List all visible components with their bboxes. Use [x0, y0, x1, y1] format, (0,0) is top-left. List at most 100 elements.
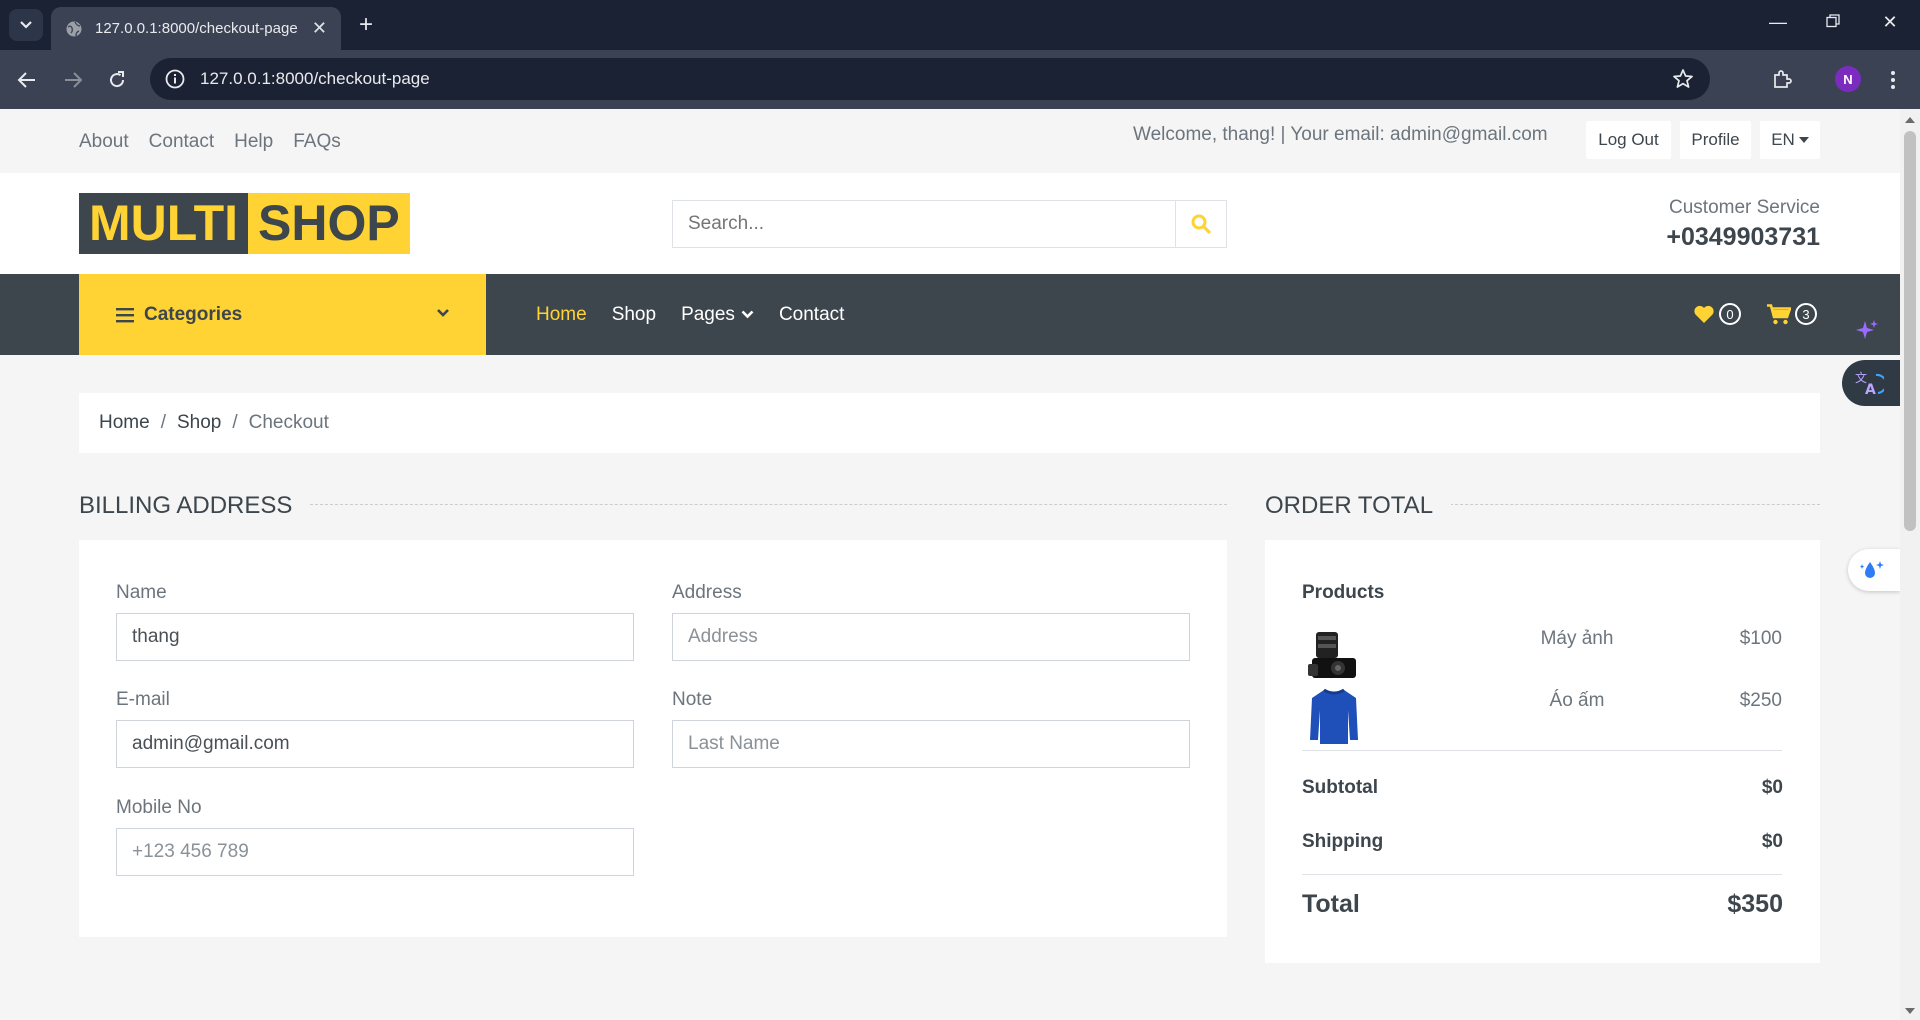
cart-count-badge: 3	[1795, 303, 1817, 325]
water-drop-widget[interactable]	[1848, 549, 1900, 591]
browser-tab[interactable]: 127.0.0.1:8000/checkout-page ✕	[51, 7, 341, 50]
top-link-help[interactable]: Help	[234, 131, 273, 153]
sparkle-icon	[1856, 320, 1878, 339]
order-item: Áo ấm $250	[1302, 688, 1782, 750]
logout-button[interactable]: Log Out	[1586, 121, 1671, 159]
translate-icon: 文A	[1855, 370, 1884, 397]
language-dropdown[interactable]: EN	[1760, 121, 1820, 159]
menu-pages[interactable]: Pages	[681, 304, 754, 326]
shipping-label: Shipping	[1302, 831, 1384, 852]
mobile-label: Mobile No	[116, 797, 202, 818]
main-menu: Home Shop Pages Contact	[536, 274, 844, 355]
svg-text:A: A	[1865, 382, 1876, 397]
scrollbar-thumb[interactable]	[1904, 131, 1916, 531]
back-button[interactable]	[12, 65, 42, 95]
site-info-icon[interactable]	[164, 68, 186, 90]
restore-button[interactable]	[1819, 12, 1847, 33]
profile-avatar[interactable]: N	[1835, 66, 1861, 92]
restore-icon	[1826, 14, 1840, 28]
extensions-button[interactable]	[1768, 66, 1796, 94]
welcome-text: Welcome, thang! | Your email: admin@gmai…	[1133, 124, 1548, 145]
total-value: $350	[1727, 890, 1783, 918]
tab-list-button[interactable]	[9, 9, 43, 41]
search-box	[672, 200, 1227, 248]
browser-menu-button[interactable]	[1879, 66, 1907, 94]
chevron-down-icon	[437, 309, 449, 317]
item-name: Máy ảnh	[1540, 628, 1614, 649]
subtotal-value: $0	[1761, 777, 1783, 798]
note-field[interactable]	[672, 720, 1190, 768]
order-total-title: Order Total	[1265, 492, 1452, 520]
main-navbar: Categories Home Shop Pages Contact 0 3	[0, 274, 1900, 355]
breadcrumb-separator: /	[160, 412, 166, 433]
caret-down-icon	[1798, 137, 1809, 143]
item-price: $250	[1739, 690, 1782, 711]
menu-contact[interactable]: Contact	[779, 304, 844, 326]
breadcrumb-current: Checkout	[248, 412, 329, 433]
breadcrumb-shop[interactable]: Shop	[177, 412, 221, 434]
mobile-field[interactable]	[116, 828, 634, 876]
forward-arrow-icon	[65, 72, 83, 88]
order-divider	[1302, 874, 1782, 875]
page-content: About Contact Help FAQs Welcome, thang! …	[0, 109, 1900, 1020]
name-label: Name	[116, 582, 167, 603]
top-link-about[interactable]: About	[79, 131, 129, 153]
top-link-contact[interactable]: Contact	[149, 131, 214, 153]
logo-part-multi: MULTI	[79, 193, 249, 254]
categories-dropdown[interactable]: Categories	[79, 274, 486, 355]
url-text: 127.0.0.1:8000/checkout-page	[200, 69, 430, 88]
email-label: E-mail	[116, 689, 170, 710]
address-field[interactable]	[672, 613, 1190, 661]
language-label: EN	[1771, 130, 1795, 149]
reload-icon	[110, 71, 125, 88]
menu-home[interactable]: Home	[536, 304, 587, 326]
profile-button[interactable]: Profile	[1680, 121, 1751, 159]
item-name: Áo ấm	[1549, 690, 1605, 711]
note-label: Note	[672, 689, 713, 710]
camera-image	[1308, 632, 1356, 678]
menu-pages-label: Pages	[681, 303, 735, 325]
heart-icon	[1694, 305, 1714, 323]
search-icon	[1191, 214, 1211, 234]
menu-shop[interactable]: Shop	[612, 304, 656, 326]
section-divider	[300, 504, 1227, 505]
translate-widget[interactable]: 文A	[1842, 360, 1900, 406]
products-header: Products	[1302, 582, 1385, 603]
browser-toolbar: 127.0.0.1:8000/checkout-page	[0, 50, 1920, 109]
customer-service-label: Customer Service	[1669, 197, 1820, 218]
reload-button[interactable]	[102, 65, 132, 95]
bookmark-star-icon[interactable]	[1672, 68, 1694, 90]
tab-close-icon[interactable]: ✕	[312, 18, 327, 39]
name-field[interactable]	[116, 613, 634, 661]
breadcrumb-home[interactable]: Home	[99, 412, 150, 434]
billing-form: Name Address E-mail Note Mobile No	[79, 540, 1227, 937]
site-logo[interactable]: MULTI SHOP	[79, 193, 410, 254]
breadcrumb: Home / Shop / Checkout	[79, 393, 1820, 453]
search-button[interactable]	[1175, 201, 1226, 247]
site-header: MULTI SHOP Customer Service +0349903731	[0, 173, 1900, 274]
scroll-down-arrow[interactable]	[1905, 1008, 1915, 1014]
page-scrollbar[interactable]	[1900, 109, 1920, 1020]
top-link-faqs[interactable]: FAQs	[293, 131, 341, 153]
shopping-cart-icon	[1767, 303, 1791, 324]
water-drop-icon	[1860, 561, 1884, 578]
forward-button[interactable]	[58, 65, 88, 95]
site-topbar: About Contact Help FAQs Welcome, thang! …	[0, 109, 1900, 173]
email-field[interactable]	[116, 720, 634, 768]
wishlist-count-badge: 0	[1719, 303, 1741, 325]
total-label: Total	[1302, 890, 1360, 918]
minimize-button[interactable]: —	[1764, 12, 1792, 33]
section-divider	[1445, 504, 1820, 505]
globe-icon	[66, 21, 82, 36]
search-input[interactable]	[673, 201, 1176, 247]
cart-button[interactable]: 3	[1767, 303, 1817, 325]
ai-assistant-widget[interactable]	[1842, 308, 1900, 354]
address-label: Address	[672, 582, 742, 603]
close-window-button[interactable]: ✕	[1876, 12, 1904, 33]
new-tab-button[interactable]: +	[352, 11, 380, 39]
wishlist-button[interactable]: 0	[1693, 303, 1741, 325]
address-bar[interactable]: 127.0.0.1:8000/checkout-page	[150, 58, 1710, 100]
billing-address-title: Billing Address	[79, 492, 311, 520]
logo-part-shop: SHOP	[248, 193, 410, 254]
scroll-up-arrow[interactable]	[1905, 117, 1915, 123]
